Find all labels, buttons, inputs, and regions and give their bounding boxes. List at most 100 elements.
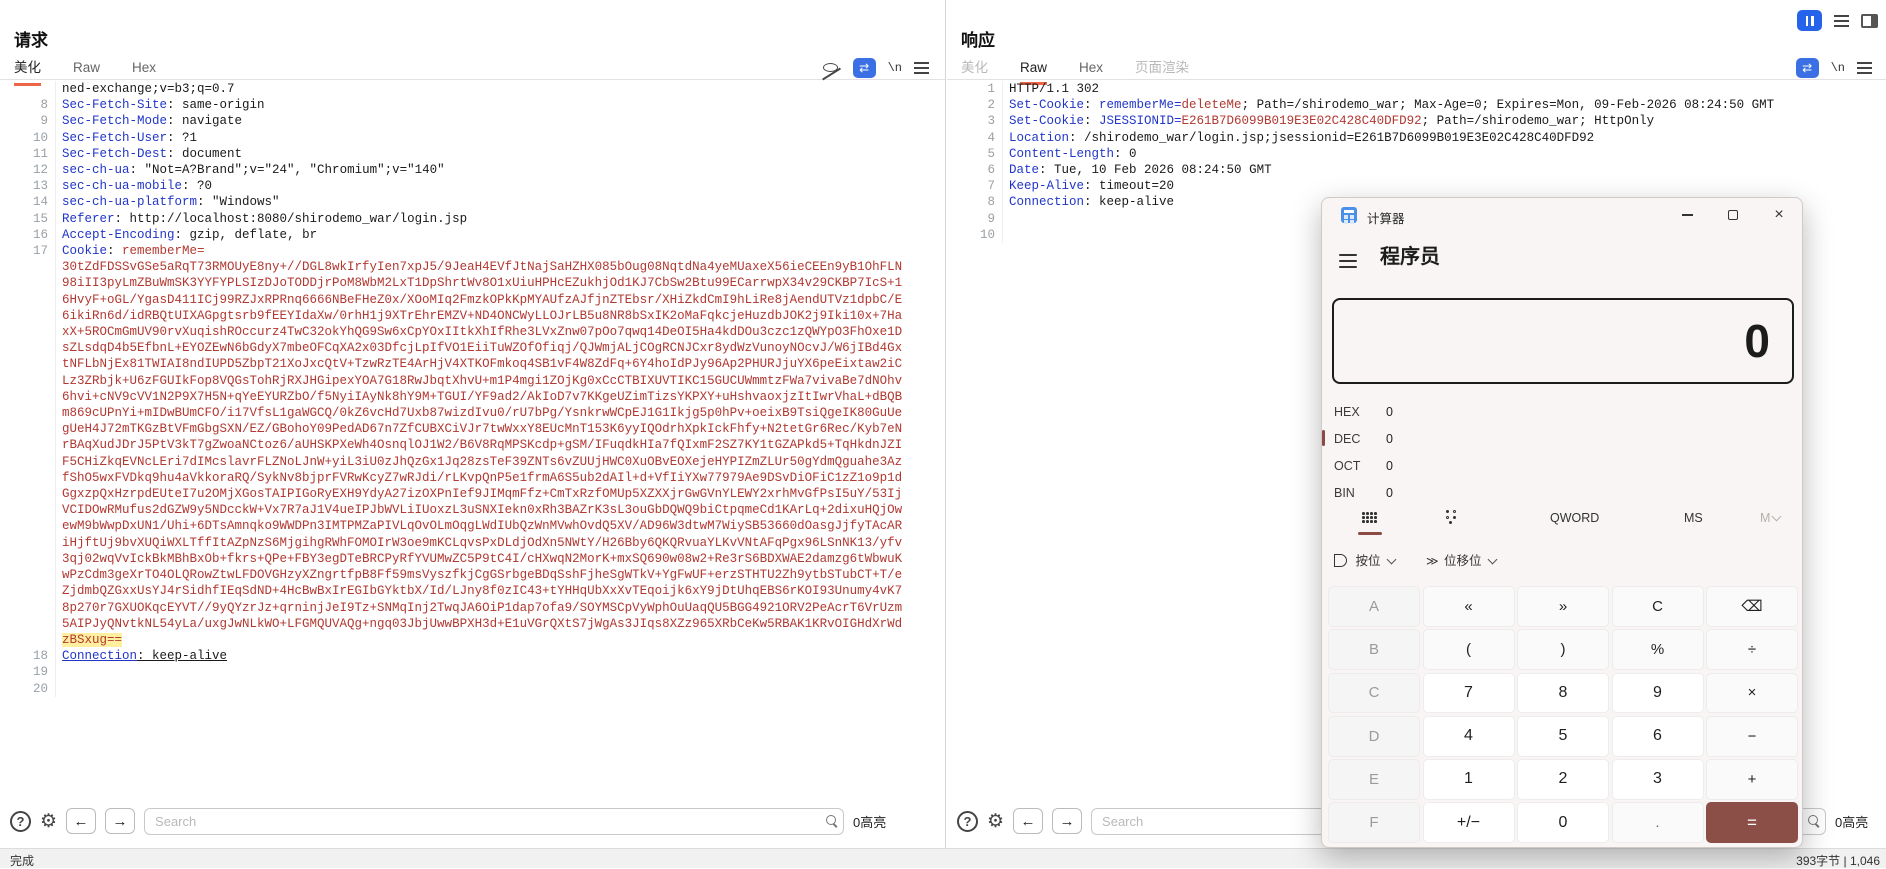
calc-key-«[interactable]: « [1423, 586, 1515, 627]
calc-key-»[interactable]: » [1517, 586, 1609, 627]
calc-key-−[interactable]: − [1706, 716, 1798, 757]
line-number: 6 [947, 162, 1003, 178]
eye-off-icon[interactable] [822, 60, 841, 76]
wrap-toggle-icon[interactable]: ⇄ [1796, 58, 1819, 78]
line-content: Referer: http://localhost:8080/shirodemo… [56, 211, 467, 227]
calc-key-1[interactable]: 1 [1423, 759, 1515, 800]
line-number [0, 567, 56, 583]
line-number: 17 [0, 243, 56, 259]
line-number [0, 632, 56, 648]
calculator-window: 计算器 × 程序员 0 HEX0DEC0OCT0BIN0 QWORD MS M … [1321, 197, 1803, 848]
pause-icon[interactable] [1797, 10, 1822, 31]
calc-key-=[interactable]: = [1706, 802, 1798, 843]
base-row-bin[interactable]: BIN0 [1334, 479, 1634, 506]
bitwise-dropdown[interactable]: 按位 [1334, 554, 1398, 568]
newline-icon[interactable]: \n [1831, 61, 1845, 75]
minimize-button[interactable] [1664, 198, 1710, 232]
memory-menu-button[interactable]: M [1760, 511, 1780, 525]
line-content: Date: Tue, 10 Feb 2026 08:24:50 GMT [1003, 162, 1272, 178]
calc-key-5[interactable]: 5 [1517, 716, 1609, 757]
next-match-button[interactable]: → [1052, 808, 1082, 834]
menu-icon[interactable] [914, 59, 929, 77]
help-icon[interactable]: ? [957, 811, 978, 832]
calc-key-%[interactable]: % [1612, 629, 1704, 670]
line-number: 9 [947, 211, 1003, 227]
prev-match-button[interactable]: ← [66, 808, 96, 834]
line-number [0, 405, 56, 421]
memory-store-button[interactable]: MS [1684, 511, 1703, 525]
calc-key-0[interactable]: 0 [1517, 802, 1609, 843]
calc-key-)[interactable]: ) [1517, 629, 1609, 670]
calc-key-×[interactable]: × [1706, 673, 1798, 714]
calc-key-4[interactable]: 4 [1423, 716, 1515, 757]
line-content: Accept-Encoding: gzip, deflate, br [56, 227, 317, 243]
line-number [0, 454, 56, 470]
calc-key-+/−[interactable]: +/− [1423, 802, 1515, 843]
line-content: sec-ch-ua-mobile: ?0 [56, 178, 212, 194]
help-icon[interactable]: ? [10, 811, 31, 832]
response-line: 1HTTP/1.1 302 [947, 81, 1886, 97]
prev-match-button[interactable]: ← [1013, 808, 1043, 834]
cookie-blob-line: zBSxug== [0, 632, 945, 648]
line-number: 14 [0, 194, 56, 210]
split-panel-icon[interactable] [1861, 14, 1878, 28]
active-base-marker [1322, 430, 1325, 446]
line-content: 98iII3pyLmZBuWmSK3YYFYPLSIzDJoTODDjrPoM8… [56, 275, 902, 291]
calculator-titlebar[interactable]: 计算器 × [1322, 198, 1802, 232]
maximize-button[interactable] [1710, 198, 1756, 232]
calc-key-B: B [1328, 629, 1420, 670]
request-line: 19 [0, 664, 945, 680]
cookie-blob-line: 5AIPJyQNvtkNL54yLa/uxgJwNLkWO+LFGMQUVAQg… [0, 616, 945, 632]
cookie-blob-line: VCIDOwRMufus2dGZW9y5NDcckW+Vx7R7aJ1V4ueI… [0, 502, 945, 518]
bitshift-dropdown[interactable]: ≫ 位移位 [1426, 554, 1496, 568]
line-number: 11 [0, 146, 56, 162]
line-content: Connection: keep-alive [1003, 194, 1174, 210]
line-content: Sec-Fetch-Mode: navigate [56, 113, 242, 129]
request-panel: 请求 美化RawHex ⇄ \n ned-exchange;v=b3;q=0.7… [0, 0, 946, 848]
list-icon[interactable] [1834, 12, 1849, 30]
request-title: 请求 [14, 26, 48, 51]
cookie-blob-line: sZLsdqD4b5EfbnL+EYOZEwN6bGdyX7mbeOFCqXA2… [0, 340, 945, 356]
tab-request-2[interactable]: Hex [132, 60, 156, 82]
newline-icon[interactable]: \n [888, 61, 902, 75]
base-row-oct[interactable]: OCT0 [1334, 452, 1634, 479]
line-content: fShO5wxFVDkq9hu4aVkkoraRQ/SykNv8bjprFVRw… [56, 470, 902, 486]
calc-key-3[interactable]: 3 [1612, 759, 1704, 800]
tab-response-3[interactable]: 页面渲染 [1135, 56, 1189, 83]
bit-toggle-icon[interactable] [1444, 510, 1459, 525]
response-line: 6Date: Tue, 10 Feb 2026 08:24:50 GMT [947, 162, 1886, 178]
calc-key-2[interactable]: 2 [1517, 759, 1609, 800]
calculator-keypad: A«»C⌫B()%÷C789×D456−E123+F+/−0.= [1328, 586, 1798, 843]
app-topbar-icons [1797, 10, 1878, 31]
line-number [0, 356, 56, 372]
line-number [0, 518, 56, 534]
calc-key-8[interactable]: 8 [1517, 673, 1609, 714]
wrap-toggle-icon[interactable]: ⇄ [853, 58, 876, 78]
calc-key-7[interactable]: 7 [1423, 673, 1515, 714]
base-row-dec[interactable]: DEC0 [1334, 425, 1634, 452]
gear-icon[interactable]: ⚙ [987, 810, 1004, 833]
calc-key-9[interactable]: 9 [1612, 673, 1704, 714]
response-toolbar: ⇄ \n [1796, 56, 1872, 80]
tab-request-1[interactable]: Raw [73, 60, 100, 82]
tab-response-2[interactable]: Hex [1079, 60, 1103, 82]
calc-key-⌫[interactable]: ⌫ [1706, 586, 1798, 627]
calc-key-C[interactable]: C [1612, 586, 1704, 627]
close-button[interactable]: × [1756, 198, 1802, 232]
hamburger-menu-icon[interactable] [1339, 250, 1357, 272]
calc-key-([interactable]: ( [1423, 629, 1515, 670]
tab-response-0[interactable]: 美化 [961, 56, 988, 83]
calc-key-+[interactable]: + [1706, 759, 1798, 800]
next-match-button[interactable]: → [105, 808, 135, 834]
response-line: 4Location: /shirodemo_war/login.jsp;jses… [947, 130, 1886, 146]
calc-key-÷[interactable]: ÷ [1706, 629, 1798, 670]
calc-key-.[interactable]: . [1612, 802, 1704, 843]
word-size-button[interactable]: QWORD [1550, 511, 1599, 525]
menu-icon[interactable] [1857, 59, 1872, 77]
calc-key-6[interactable]: 6 [1612, 716, 1704, 757]
full-keypad-icon[interactable] [1362, 510, 1377, 525]
request-editor[interactable]: ned-exchange;v=b3;q=0.78Sec-Fetch-Site: … [0, 81, 945, 697]
search-input[interactable] [145, 809, 843, 834]
gear-icon[interactable]: ⚙ [40, 810, 57, 833]
base-row-hex[interactable]: HEX0 [1334, 398, 1634, 425]
